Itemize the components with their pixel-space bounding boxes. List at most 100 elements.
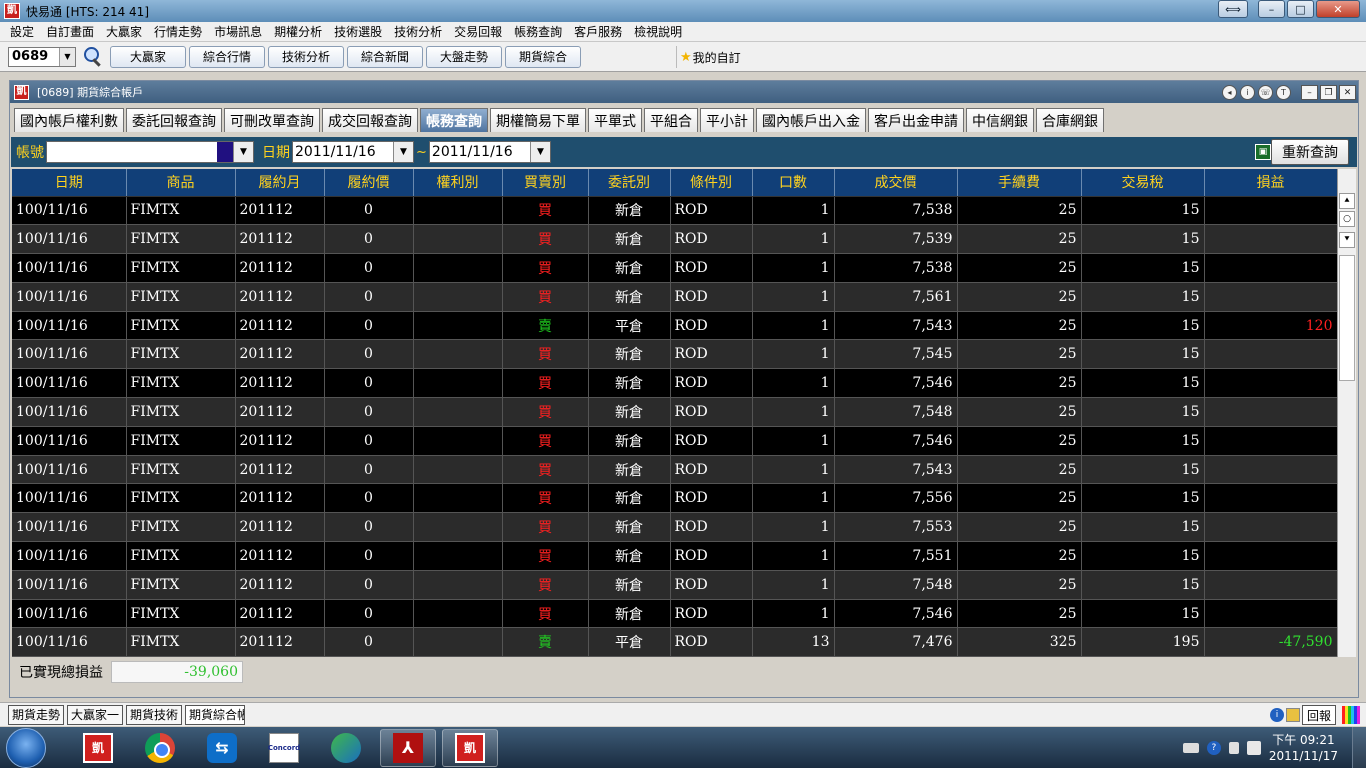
export-excel-icon[interactable]: ▣ (1255, 144, 1271, 160)
tab[interactable]: 客戶出金申請 (868, 108, 964, 132)
taskbar-app-chrome[interactable] (132, 729, 188, 767)
column-header[interactable]: 條件別 (670, 169, 753, 197)
inner-close-button[interactable]: ✕ (1339, 85, 1356, 100)
open-window-button[interactable]: 期貨綜合帳戶 (185, 704, 246, 725)
window-close-button[interactable]: ✕ (1316, 0, 1360, 18)
menu-item[interactable]: 技術選股 (328, 23, 388, 40)
column-header[interactable]: 交易稅 (1081, 169, 1205, 197)
table-row[interactable]: 100/11/16 FIMTX 201112 0 買新倉 ROD 1 7,561 25 15 (12, 282, 1338, 312)
menu-item[interactable]: 客戶服務 (568, 23, 628, 40)
chevron-down-icon[interactable]: ▼ (233, 142, 253, 162)
taskbar-app-hts[interactable]: 凱 (70, 729, 126, 767)
menu-item[interactable]: 大贏家 (100, 23, 148, 40)
scroll-top-icon[interactable]: ⯅ (1339, 193, 1355, 209)
notice-icon[interactable] (1285, 708, 1300, 722)
search-icon[interactable] (82, 46, 104, 68)
menu-item[interactable]: 帳務查詢 (508, 23, 568, 40)
tab[interactable]: 平組合 (644, 108, 698, 132)
text-icon[interactable]: T (1276, 85, 1291, 100)
column-header[interactable]: 成交價 (834, 169, 958, 197)
chevron-down-icon[interactable]: ▼ (393, 142, 413, 162)
scroll-bottom-icon[interactable]: ⯆ (1339, 232, 1355, 248)
table-row[interactable]: 100/11/16 FIMTX 201112 0 買新倉 ROD 1 7,546 25 15 (12, 599, 1338, 629)
column-header[interactable]: 買賣別 (502, 169, 589, 197)
column-header[interactable]: 日期 (12, 169, 127, 197)
toolbar-button[interactable]: 大盤走勢 (426, 45, 502, 68)
tab[interactable]: 可刪改單查詢 (224, 108, 320, 132)
stock-code-combobox[interactable]: 0689 ▼ (8, 46, 76, 67)
system-clock[interactable]: 下午 09:21 2011/11/17 (1269, 732, 1338, 764)
tab[interactable]: 平單式 (588, 108, 642, 132)
requery-button[interactable]: 重新查詢 (1271, 139, 1349, 165)
favorites-link[interactable]: ★ 我的自訂 (680, 49, 741, 66)
toolbar-button[interactable]: 綜合新聞 (347, 45, 423, 68)
column-header[interactable]: 履約月 (235, 169, 325, 197)
date-to-picker[interactable]: 2011/11/16 ▼ (428, 141, 551, 163)
tab[interactable]: 中信網銀 (966, 108, 1034, 132)
table-row[interactable]: 100/11/16 FIMTX 201112 0 買新倉 ROD 1 7,553 25 15 (12, 512, 1338, 543)
column-header[interactable]: 手續費 (957, 169, 1082, 197)
menu-item[interactable]: 市場訊息 (208, 23, 268, 40)
table-row[interactable]: 100/11/16 FIMTX 201112 0 買新倉 ROD 1 7,538 25 15 (12, 196, 1338, 226)
tab[interactable]: 帳務查詢 (420, 108, 488, 132)
grid-vertical-scrollbar[interactable]: ⯅ ○ ⯆ (1337, 169, 1356, 657)
open-window-button[interactable]: 期貨技術 (126, 704, 183, 725)
keyboard-icon[interactable] (1182, 742, 1199, 753)
menu-item[interactable]: 技術分析 (388, 23, 448, 40)
menu-item[interactable]: 設定 (4, 23, 40, 40)
taskbar-app-concord[interactable]: Concord (256, 729, 312, 767)
action-center-icon[interactable] (1228, 741, 1239, 754)
table-row[interactable]: 100/11/16 FIMTX 201112 0 買新倉 ROD 1 7,548 25 15 (12, 570, 1338, 600)
column-header[interactable]: 口數 (752, 169, 835, 197)
back-icon[interactable]: ◂ (1222, 85, 1237, 100)
table-row[interactable]: 100/11/16 FIMTX 201112 0 買新倉 ROD 1 7,545 25 15 (12, 339, 1338, 370)
info-icon[interactable]: i (1240, 85, 1255, 100)
table-row[interactable]: 100/11/16 FIMTX 201112 0 買新倉 ROD 1 7,546 25 15 (12, 368, 1338, 399)
report-button[interactable]: 回報 (1301, 705, 1336, 725)
table-row[interactable]: 100/11/16 FIMTX 201112 0 買新倉 ROD 1 7,546 25 15 (12, 426, 1338, 456)
toolbar-button[interactable]: 綜合行情 (189, 45, 265, 68)
scroll-thumb[interactable] (1339, 255, 1355, 381)
volume-icon[interactable] (1246, 740, 1261, 755)
table-row[interactable]: 100/11/16 FIMTX 201112 0 買新倉 ROD 1 7,551 25 15 (12, 541, 1338, 571)
info-icon[interactable]: i (1269, 708, 1284, 722)
table-row[interactable]: 100/11/16 FIMTX 201112 0 賣平倉 ROD 1 7,543 25 15 120 (12, 311, 1338, 341)
tab[interactable]: 合庫網銀 (1036, 108, 1104, 132)
column-header[interactable]: 損益 (1204, 169, 1338, 197)
table-row[interactable]: 100/11/16 FIMTX 201112 0 買新倉 ROD 1 7,539 25 15 (12, 224, 1338, 255)
start-button[interactable] (6, 727, 46, 768)
tab[interactable]: 國內帳戶出入金 (756, 108, 866, 132)
menu-item[interactable]: 期權分析 (268, 23, 328, 40)
chevron-down-icon[interactable]: ▼ (529, 142, 550, 162)
help-icon[interactable]: ? (1206, 740, 1221, 755)
menu-item[interactable]: 交易回報 (448, 23, 508, 40)
toolbar-button[interactable]: 期貨綜合 (505, 45, 581, 68)
table-row[interactable]: 100/11/16 FIMTX 201112 0 買新倉 ROD 1 7,543 25 15 (12, 455, 1338, 485)
table-row[interactable]: 100/11/16 FIMTX 201112 0 買新倉 ROD 1 7,538 25 15 (12, 253, 1338, 283)
table-row[interactable]: 100/11/16 FIMTX 201112 0 買新倉 ROD 1 7,548 25 15 (12, 397, 1338, 427)
toolbar-button[interactable]: 技術分析 (268, 45, 344, 68)
window-minimize-button[interactable]: – (1258, 0, 1285, 18)
column-header[interactable]: 委託別 (588, 169, 671, 197)
open-window-button[interactable]: 大贏家一 (67, 704, 124, 725)
tab[interactable]: 期權簡易下單 (490, 108, 586, 132)
toolbar-button[interactable]: 大贏家 (110, 45, 186, 68)
tab[interactable]: 國內帳戶權利數 (14, 108, 124, 132)
column-header[interactable]: 商品 (126, 169, 236, 197)
account-combobox[interactable]: ▼ (46, 141, 254, 163)
open-window-button[interactable]: 期貨走勢 (8, 704, 65, 725)
column-header[interactable]: 權利別 (413, 169, 503, 197)
menu-item[interactable]: 行情走勢 (148, 23, 208, 40)
taskbar-app-messenger[interactable] (318, 729, 374, 767)
column-header[interactable]: 履約價 (324, 169, 414, 197)
scroll-reset-icon[interactable]: ○ (1339, 211, 1355, 227)
taskbar-app-pdf[interactable]: ⅄ (380, 728, 436, 767)
show-desktop-button[interactable] (1352, 727, 1366, 768)
date-from-picker[interactable]: 2011/11/16 ▼ (292, 141, 414, 163)
tab[interactable]: 成交回報查詢 (322, 108, 418, 132)
phone-icon[interactable]: ☏ (1258, 85, 1273, 100)
table-row[interactable]: 100/11/16 FIMTX 201112 0 賣平倉 ROD 13 7,476 325 195… (12, 627, 1338, 657)
inner-minimize-button[interactable]: – (1301, 85, 1318, 100)
tab[interactable]: 委託回報查詢 (126, 108, 222, 132)
menu-item[interactable]: 檢視說明 (628, 23, 688, 40)
